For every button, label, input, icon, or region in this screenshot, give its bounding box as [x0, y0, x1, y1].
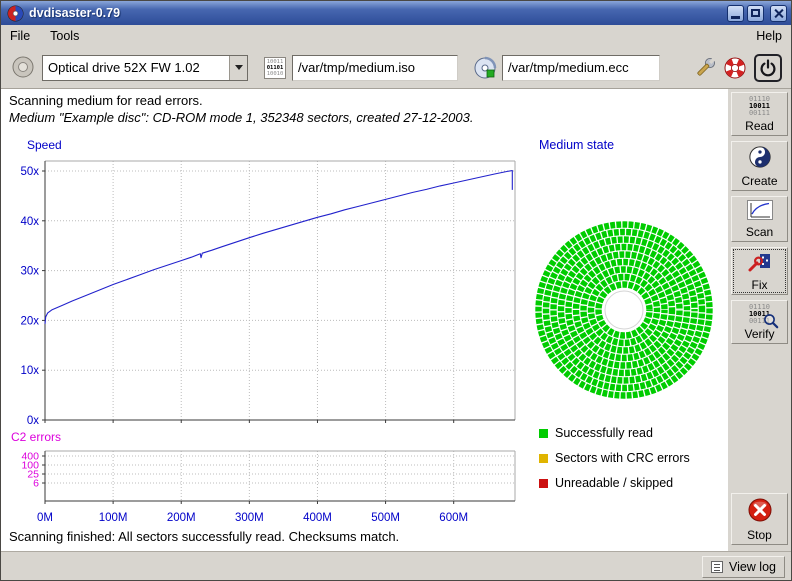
- legend-label: Unreadable / skipped: [555, 476, 673, 490]
- read-button[interactable]: 01110 10011 00111 Read: [731, 92, 788, 136]
- fix-button[interactable]: Fix: [731, 247, 788, 295]
- magnifier-icon: [763, 313, 779, 329]
- c2-errors-chart: C2 errors4001002560M100M200M300M400M500M…: [1, 425, 531, 529]
- close-button[interactable]: [770, 5, 787, 22]
- lifebuoy-icon: [722, 55, 748, 81]
- medium-info: Medium "Example disc": CD-ROM mode 1, 35…: [9, 110, 473, 125]
- medium-state-disc: [529, 215, 719, 405]
- maximize-icon: [751, 9, 760, 17]
- image-file-input[interactable]: [292, 55, 458, 81]
- verify-button[interactable]: 01110 10011 00111 Verify: [731, 300, 788, 344]
- verify-icon: 01110 10011 00111: [749, 304, 770, 325]
- drive-button[interactable]: [10, 55, 36, 81]
- help-button[interactable]: [720, 53, 750, 83]
- legend-swatch-red: [539, 479, 548, 488]
- titlebar[interactable]: dvdisaster-0.79: [1, 1, 791, 25]
- image-file-icon: 10011 01101 10010: [262, 55, 288, 81]
- svg-text:C2 errors: C2 errors: [11, 430, 61, 444]
- scan-chart-icon: [747, 200, 773, 223]
- fix-icon: [747, 251, 773, 276]
- legend-item-success: Successfully read: [539, 426, 653, 440]
- stop-icon: [747, 497, 773, 526]
- scan-button[interactable]: Scan: [731, 196, 788, 242]
- chevron-down-icon[interactable]: [229, 56, 247, 80]
- minimize-icon: [731, 16, 740, 19]
- svg-text:200M: 200M: [167, 512, 196, 524]
- legend-swatch-green: [539, 429, 548, 438]
- legend-item-unreadable: Unreadable / skipped: [539, 476, 673, 490]
- legend-swatch-yellow: [539, 454, 548, 463]
- close-icon: [773, 8, 784, 19]
- preferences-button[interactable]: [690, 53, 720, 83]
- yin-yang-icon: [748, 145, 772, 172]
- svg-text:50x: 50x: [20, 166, 39, 178]
- maximize-button[interactable]: [747, 5, 764, 22]
- svg-text:10x: 10x: [20, 365, 39, 377]
- legend-label: Sectors with CRC errors: [555, 451, 690, 465]
- svg-text:500M: 500M: [371, 512, 400, 524]
- menu-help[interactable]: Help: [756, 29, 782, 43]
- main-content: Scanning medium for read errors. Medium …: [1, 89, 728, 551]
- view-log-label: View log: [729, 560, 776, 574]
- toolbar: Optical drive 52X FW 1.02 10011 01101 10…: [1, 47, 791, 89]
- app-window: dvdisaster-0.79 File Tools Help Optical …: [0, 0, 792, 581]
- power-icon: [759, 59, 777, 77]
- minimize-button[interactable]: [727, 5, 744, 22]
- svg-text:0M: 0M: [37, 512, 53, 524]
- svg-text:400M: 400M: [303, 512, 332, 524]
- ecc-file-icon: [472, 55, 498, 81]
- action-sidebar: 01110 10011 00111 Read Create: [728, 89, 791, 551]
- legend-item-crc: Sectors with CRC errors: [539, 451, 690, 465]
- ecc-file-input[interactable]: [502, 55, 660, 81]
- menubar: File Tools Help: [1, 25, 791, 47]
- svg-text:30x: 30x: [20, 266, 39, 278]
- speed-chart: Speed0x10x20x30x40x50x: [1, 133, 531, 433]
- drive-icon: [11, 55, 35, 79]
- quit-button[interactable]: [754, 54, 782, 82]
- app-icon: [7, 5, 24, 22]
- svg-text:40x: 40x: [20, 216, 39, 228]
- drive-select-value: Optical drive 52X FW 1.02: [43, 56, 229, 80]
- menu-tools[interactable]: Tools: [50, 29, 79, 43]
- result-message: Scanning finished: All sectors successfu…: [9, 529, 399, 544]
- log-icon: [711, 561, 723, 573]
- svg-text:600M: 600M: [439, 512, 468, 524]
- bottom-bar: View log: [1, 551, 791, 581]
- read-icon: 01110 10011 00111: [749, 96, 770, 117]
- stop-button[interactable]: Stop: [731, 493, 788, 545]
- status-message: Scanning medium for read errors.: [9, 93, 203, 108]
- drive-select[interactable]: Optical drive 52X FW 1.02: [42, 55, 248, 81]
- window-title: dvdisaster-0.79: [29, 6, 120, 20]
- view-log-button[interactable]: View log: [702, 556, 785, 578]
- wrench-icon: [692, 55, 718, 81]
- svg-text:20x: 20x: [20, 315, 39, 327]
- svg-text:Speed: Speed: [27, 138, 62, 152]
- medium-state-title: Medium state: [539, 138, 614, 152]
- svg-text:300M: 300M: [235, 512, 264, 524]
- create-button[interactable]: Create: [731, 141, 788, 191]
- svg-text:100M: 100M: [99, 512, 128, 524]
- legend-label: Successfully read: [555, 426, 653, 440]
- menu-file[interactable]: File: [10, 29, 30, 43]
- svg-text:6: 6: [33, 478, 39, 490]
